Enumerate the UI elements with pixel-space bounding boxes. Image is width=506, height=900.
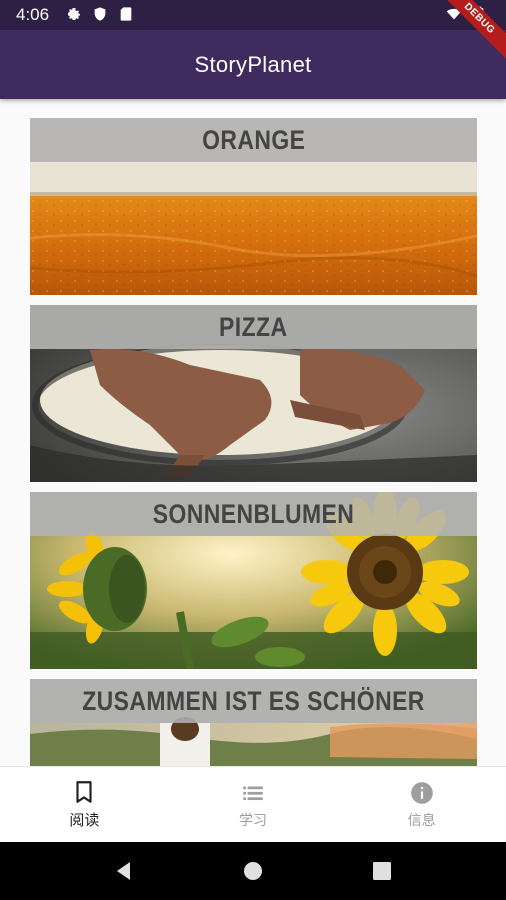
story-title: PIZZA [219, 311, 288, 342]
story-card-orange[interactable]: ORANGE [30, 118, 477, 295]
story-card-pizza[interactable]: PIZZA [30, 305, 477, 482]
shield-icon [94, 7, 106, 21]
app-title: StoryPlanet [194, 51, 312, 77]
nav-item-learn[interactable]: 学习 [169, 767, 338, 842]
recents-icon[interactable] [370, 859, 394, 883]
home-icon[interactable] [241, 859, 265, 883]
app-bar: StoryPlanet [0, 30, 506, 99]
gear-icon [68, 8, 80, 20]
status-time: 4:06 [16, 5, 50, 24]
story-card-banner: SONNENBLUMEN [30, 492, 477, 536]
info-icon [410, 781, 433, 804]
nav-label: 学习 [239, 812, 267, 829]
story-card-banner: ORANGE [30, 118, 477, 162]
story-card-banner: PIZZA [30, 305, 477, 349]
nav-item-info[interactable]: 信息 [337, 767, 506, 842]
story-title: ZUSAMMEN IST ES SCHÖNER [82, 685, 425, 716]
story-list[interactable]: ORANGE PIZZA SONNENBLUMEN ZUSAMMEN IST E… [0, 99, 506, 766]
nav-label: 信息 [407, 812, 436, 829]
system-navigation-bar [0, 842, 506, 900]
back-icon[interactable] [112, 859, 136, 883]
bottom-navigation: 阅读 学习 信息 [0, 766, 506, 842]
story-card-banner: ZUSAMMEN IST ES SCHÖNER [30, 679, 477, 723]
story-title: SONNENBLUMEN [152, 498, 355, 529]
status-icons-left [66, 6, 134, 22]
sd-card-icon [120, 7, 132, 21]
list-icon [243, 786, 263, 800]
status-bar: 4:06 DEBUG [0, 0, 506, 65]
story-card-sonnenblumen[interactable]: SONNENBLUMEN [30, 492, 477, 669]
nav-item-read[interactable]: 阅读 [0, 767, 169, 842]
story-card-zusammen[interactable]: ZUSAMMEN IST ES SCHÖNER [30, 679, 477, 766]
bookmark-icon [76, 781, 92, 803]
story-title: ORANGE [201, 124, 306, 155]
nav-label: 阅读 [69, 811, 100, 829]
